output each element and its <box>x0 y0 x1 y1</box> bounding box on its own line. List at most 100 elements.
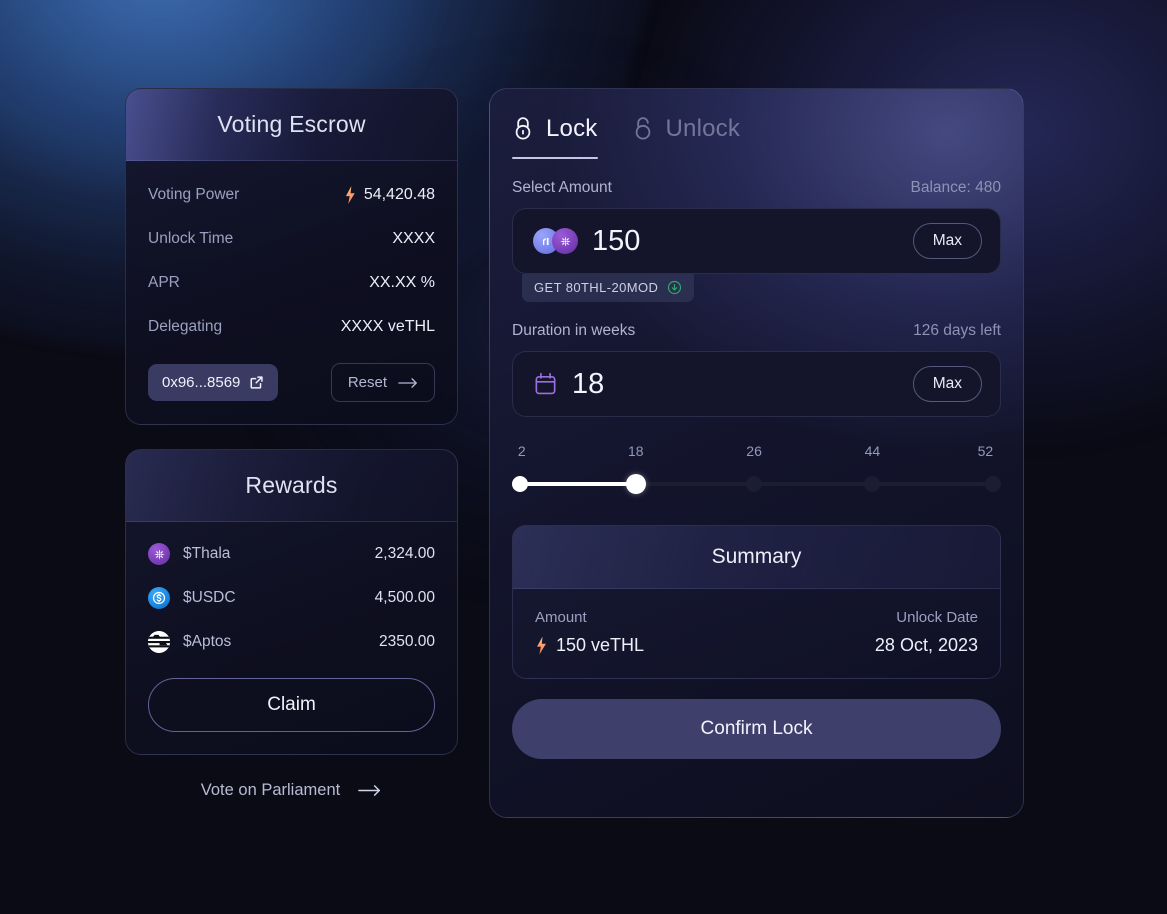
voting-escrow-body: Voting Power 54,420.48 Unlock Time XXXX … <box>126 173 457 424</box>
duration-label: Duration in weeks <box>512 322 636 339</box>
lightning-bolt-icon <box>345 186 355 204</box>
wallet-address-label: 0x96...8569 <box>162 374 241 391</box>
claim-button[interactable]: Claim <box>148 678 435 732</box>
get-lp-token-badge[interactable]: GET 80THL-20MOD <box>522 274 695 302</box>
slider-tick-label-52: 52 <box>977 443 994 459</box>
reward-name-aptos: $Aptos <box>183 633 232 650</box>
app-root: Voting Escrow Voting Power 54,420.48 Unl… <box>0 0 1167 914</box>
slider-dot-2[interactable] <box>511 476 528 492</box>
slider-dot-26[interactable] <box>746 476 763 492</box>
duration-input-value[interactable]: 18 <box>572 368 913 401</box>
amount-input-value[interactable]: 150 <box>592 225 913 258</box>
stat-row-voting-power: Voting Power 54,420.48 <box>148 173 435 217</box>
usdc-token-icon <box>148 587 170 609</box>
reward-amount-usdc: 4,500.00 <box>374 589 435 606</box>
thala-token-icon <box>552 228 578 254</box>
summary-unlock-date-value: 28 Oct, 2023 <box>874 635 978 655</box>
rewards-body: $Thala 2,324.00 $USDC 4,500.00 $Aptos 23… <box>126 532 457 732</box>
stat-label-voting-power: Voting Power <box>148 186 240 203</box>
stat-value-voting-power-text: 54,420.48 <box>363 186 435 203</box>
summary-body: Amount 150 veTHL Unlock Date 28 Oct, 202… <box>513 589 1000 678</box>
rewards-header: Rewards <box>126 450 457 522</box>
stat-row-unlock-time: Unlock Time XXXX <box>148 217 435 261</box>
slider-track-fill <box>515 482 636 486</box>
stat-value-apr: XX.XX % <box>369 274 435 291</box>
voting-escrow-title: Voting Escrow <box>217 111 366 137</box>
reward-row-aptos: $Aptos 2350.00 <box>148 620 435 664</box>
tab-unlock[interactable]: Unlock <box>632 115 741 159</box>
stat-label-apr: APR <box>148 274 180 291</box>
left-column: Voting Escrow Voting Power 54,420.48 Unl… <box>125 88 458 800</box>
aptos-token-icon <box>148 631 170 653</box>
slider-dot-52[interactable] <box>985 476 1002 492</box>
reward-name-usdc: $USDC <box>183 589 236 606</box>
reward-row-thala: $Thala 2,324.00 <box>148 532 435 576</box>
lock-closed-icon <box>512 116 534 142</box>
reward-amount-aptos: 2350.00 <box>378 633 435 650</box>
reward-amount-thala: 2,324.00 <box>374 545 435 562</box>
reward-row-usdc: $USDC 4,500.00 <box>148 576 435 620</box>
arrow-right-icon <box>398 377 418 389</box>
voting-escrow-header: Voting Escrow <box>126 89 457 161</box>
get-lp-token-label: GET 80THL-20MOD <box>534 280 659 295</box>
amount-field-header: Select Amount Balance: 480 <box>512 179 1001 197</box>
summary-amount-column: Amount 150 veTHL <box>535 609 644 656</box>
tab-lock-label: Lock <box>546 115 598 142</box>
slider-tick-label-26: 26 <box>746 443 762 459</box>
amount-max-button[interactable]: Max <box>912 223 982 259</box>
arrow-right-icon <box>358 784 382 797</box>
duration-max-button[interactable]: Max <box>912 366 982 402</box>
vote-on-parliament-link[interactable]: Vote on Parliament <box>125 781 458 800</box>
summary-amount-value-text: 150 veTHL <box>556 635 645 655</box>
stat-row-delegating: Delegating XXXX veTHL <box>148 305 435 349</box>
duration-input-box[interactable]: 18 Max <box>512 351 1001 417</box>
slider-tick-label-44: 44 <box>864 443 881 459</box>
confirm-lock-button[interactable]: Confirm Lock <box>512 699 1001 759</box>
summary-title: Summary <box>711 545 802 568</box>
slider-handle[interactable] <box>625 474 646 494</box>
summary-unlock-date-label: Unlock Date <box>896 609 978 626</box>
circle-arrow-down-icon <box>667 280 682 295</box>
token-pair-icons <box>533 228 578 254</box>
slider-tick-label-2: 2 <box>517 443 526 459</box>
balance-label: Balance: 480 <box>910 179 1002 196</box>
voting-escrow-actions: 0x96...8569 Reset <box>148 349 435 424</box>
slider-track[interactable] <box>511 473 1002 495</box>
rewards-card: Rewards $Thala 2,324.00 $USDC 4,500.00 $… <box>125 449 458 755</box>
select-amount-label: Select Amount <box>512 179 612 196</box>
slider-dot-44[interactable] <box>864 476 881 492</box>
calendar-icon <box>533 371 558 397</box>
duration-slider[interactable]: 2 18 26 44 52 <box>511 443 1002 495</box>
summary-amount-value: 150 veTHL <box>535 635 644 656</box>
stat-label-unlock-time: Unlock Time <box>148 230 234 247</box>
external-link-icon <box>249 375 264 390</box>
amount-input-box[interactable]: 150 Max <box>512 208 1001 274</box>
rewards-title: Rewards <box>245 472 338 498</box>
token-pair <box>533 228 578 254</box>
stat-row-apr: APR XX.XX % <box>148 261 435 305</box>
lock-panel: Lock Unlock Select Amount Balance: 480 1… <box>489 88 1024 818</box>
thala-token-icon <box>148 543 170 565</box>
reward-name-thala: $Thala <box>183 545 231 562</box>
voting-escrow-card: Voting Escrow Voting Power 54,420.48 Unl… <box>125 88 458 425</box>
reset-button[interactable]: Reset <box>330 363 435 402</box>
slider-tick-labels: 2 18 26 44 52 <box>515 443 998 463</box>
tab-unlock-label: Unlock <box>665 115 741 142</box>
lightning-bolt-icon <box>537 636 546 655</box>
summary-card: Summary Amount 150 veTHL Unlock Date 28 … <box>512 525 1001 679</box>
summary-unlock-date-column: Unlock Date 28 Oct, 2023 <box>875 609 978 656</box>
lock-open-icon <box>632 116 654 142</box>
summary-header: Summary <box>513 526 1000 589</box>
summary-amount-label: Amount <box>535 609 587 626</box>
tab-lock[interactable]: Lock <box>512 115 598 159</box>
lock-unlock-tabs: Lock Unlock <box>512 115 1001 159</box>
stat-label-delegating: Delegating <box>148 318 223 335</box>
vote-on-parliament-label: Vote on Parliament <box>200 781 341 799</box>
wallet-address-button[interactable]: 0x96...8569 <box>148 364 279 401</box>
stat-value-delegating: XXXX veTHL <box>340 318 435 335</box>
reset-button-label: Reset <box>347 374 387 391</box>
stat-value-unlock-time: XXXX <box>392 230 435 247</box>
duration-field-header: Duration in weeks 126 days left <box>512 322 1001 340</box>
stat-value-voting-power: 54,420.48 <box>344 186 435 204</box>
days-left-label: 126 days left <box>913 322 1001 339</box>
